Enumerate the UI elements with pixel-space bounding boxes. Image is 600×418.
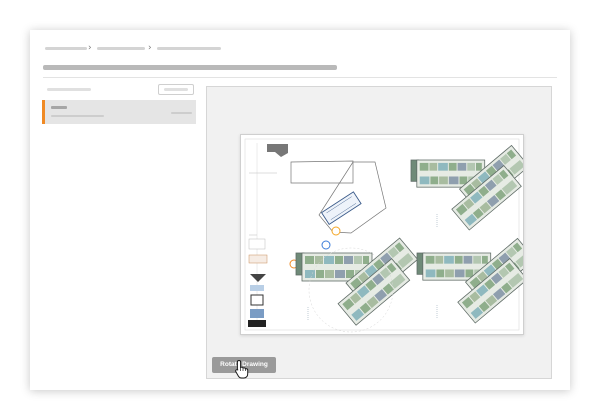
drawing-viewer: Rotate Drawing [206, 86, 552, 379]
sidebar-heading-placeholder [47, 88, 91, 91]
sidebar-action-button[interactable] [158, 84, 194, 95]
app-window: › › Rotate Drawing [30, 30, 570, 390]
sidebar-item-selected[interactable] [42, 100, 196, 124]
breadcrumb-item[interactable] [157, 47, 221, 50]
chevron-right-icon: › [148, 43, 152, 53]
page-title-placeholder [43, 65, 337, 70]
header-divider [43, 77, 557, 78]
breadcrumb-item[interactable] [97, 47, 145, 50]
drawing-sheet [240, 134, 524, 335]
breadcrumb-item[interactable] [45, 47, 87, 50]
sidebar-item-title-placeholder [51, 106, 67, 109]
hand-pointer-icon [235, 359, 249, 379]
chevron-right-icon: › [88, 43, 92, 53]
selected-indicator [42, 100, 45, 124]
floor-plan-drawing [244, 138, 523, 333]
sidebar-item-subtitle-placeholder [51, 115, 104, 117]
sidebar-action-label-placeholder [164, 88, 188, 91]
sidebar-item-meta-placeholder [171, 112, 192, 114]
